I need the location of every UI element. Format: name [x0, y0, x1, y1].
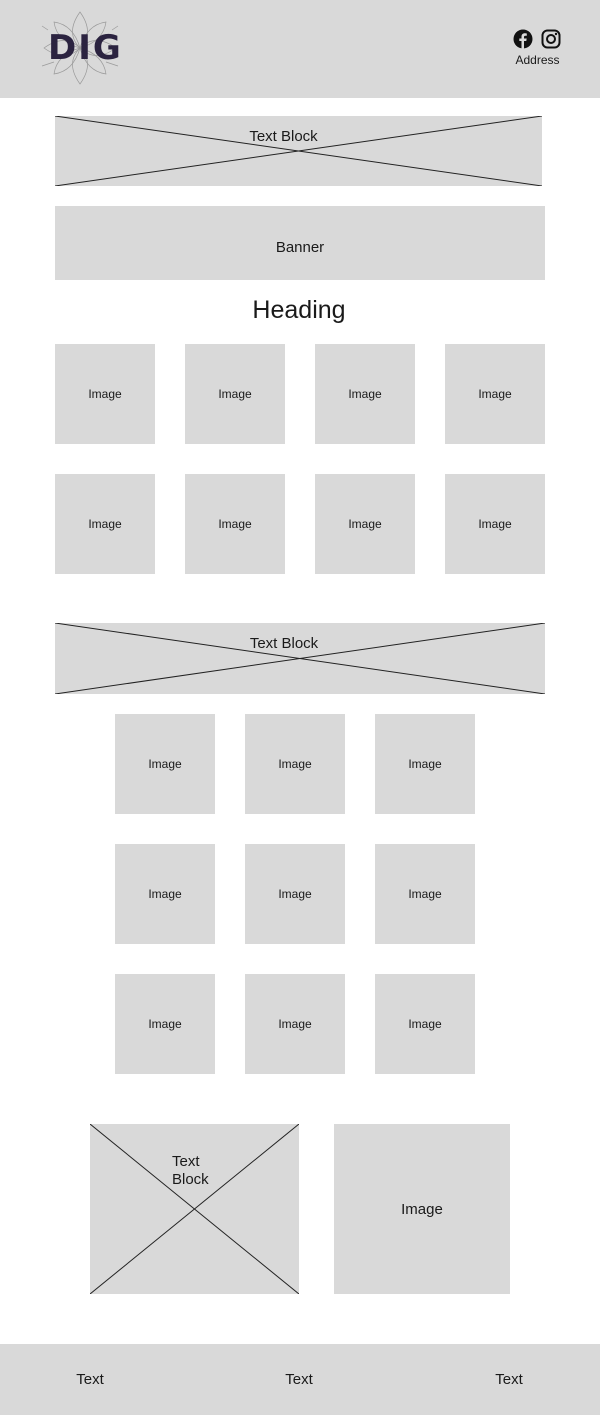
image-tile: Image — [115, 844, 215, 944]
text-block-label-line1: Text — [172, 1153, 200, 1170]
image-tile: Image — [375, 974, 475, 1074]
logo-text: DIG — [48, 28, 123, 68]
text-block-label: Text Block — [172, 1153, 232, 1189]
text-block-label: Text Block — [249, 128, 318, 145]
logo[interactable]: DIG — [38, 6, 122, 90]
page-heading: Heading — [252, 296, 346, 324]
image-tile: Image — [315, 474, 415, 574]
text-block-placeholder: Text Block — [90, 1124, 299, 1294]
instagram-icon[interactable] — [541, 29, 561, 49]
image-tile: Image — [445, 474, 545, 574]
image-tile: Image — [445, 344, 545, 444]
footer-text[interactable]: Text — [479, 1371, 539, 1389]
image-tile: Image — [55, 474, 155, 574]
image-tile: Image — [185, 474, 285, 574]
placeholder-cross-icon — [90, 1124, 299, 1294]
footer-text[interactable]: Text — [60, 1371, 120, 1389]
facebook-icon[interactable] — [513, 29, 533, 49]
address-text: Address — [515, 53, 560, 67]
text-block-placeholder: Text Block — [55, 116, 542, 186]
placeholder-cross-icon — [55, 116, 542, 186]
image-tile: Image — [375, 844, 475, 944]
image-tile: Image — [245, 714, 345, 814]
image-tile: Image — [245, 844, 345, 944]
image-tile: Image — [115, 714, 215, 814]
feature-image: Image — [334, 1124, 510, 1294]
image-tile: Image — [315, 344, 415, 444]
text-block-label: Text Block — [249, 635, 319, 652]
text-block-label-line2: Block — [172, 1171, 209, 1188]
image-tile: Image — [115, 974, 215, 1074]
image-tile: Image — [55, 344, 155, 444]
footer-text[interactable]: Text — [269, 1371, 329, 1389]
image-tile: Image — [375, 714, 475, 814]
text-block-placeholder: Text Block — [55, 623, 545, 694]
image-tile: Image — [185, 344, 285, 444]
image-tile: Image — [245, 974, 345, 1074]
placeholder-cross-icon — [55, 623, 545, 694]
banner: Banner — [55, 206, 545, 280]
